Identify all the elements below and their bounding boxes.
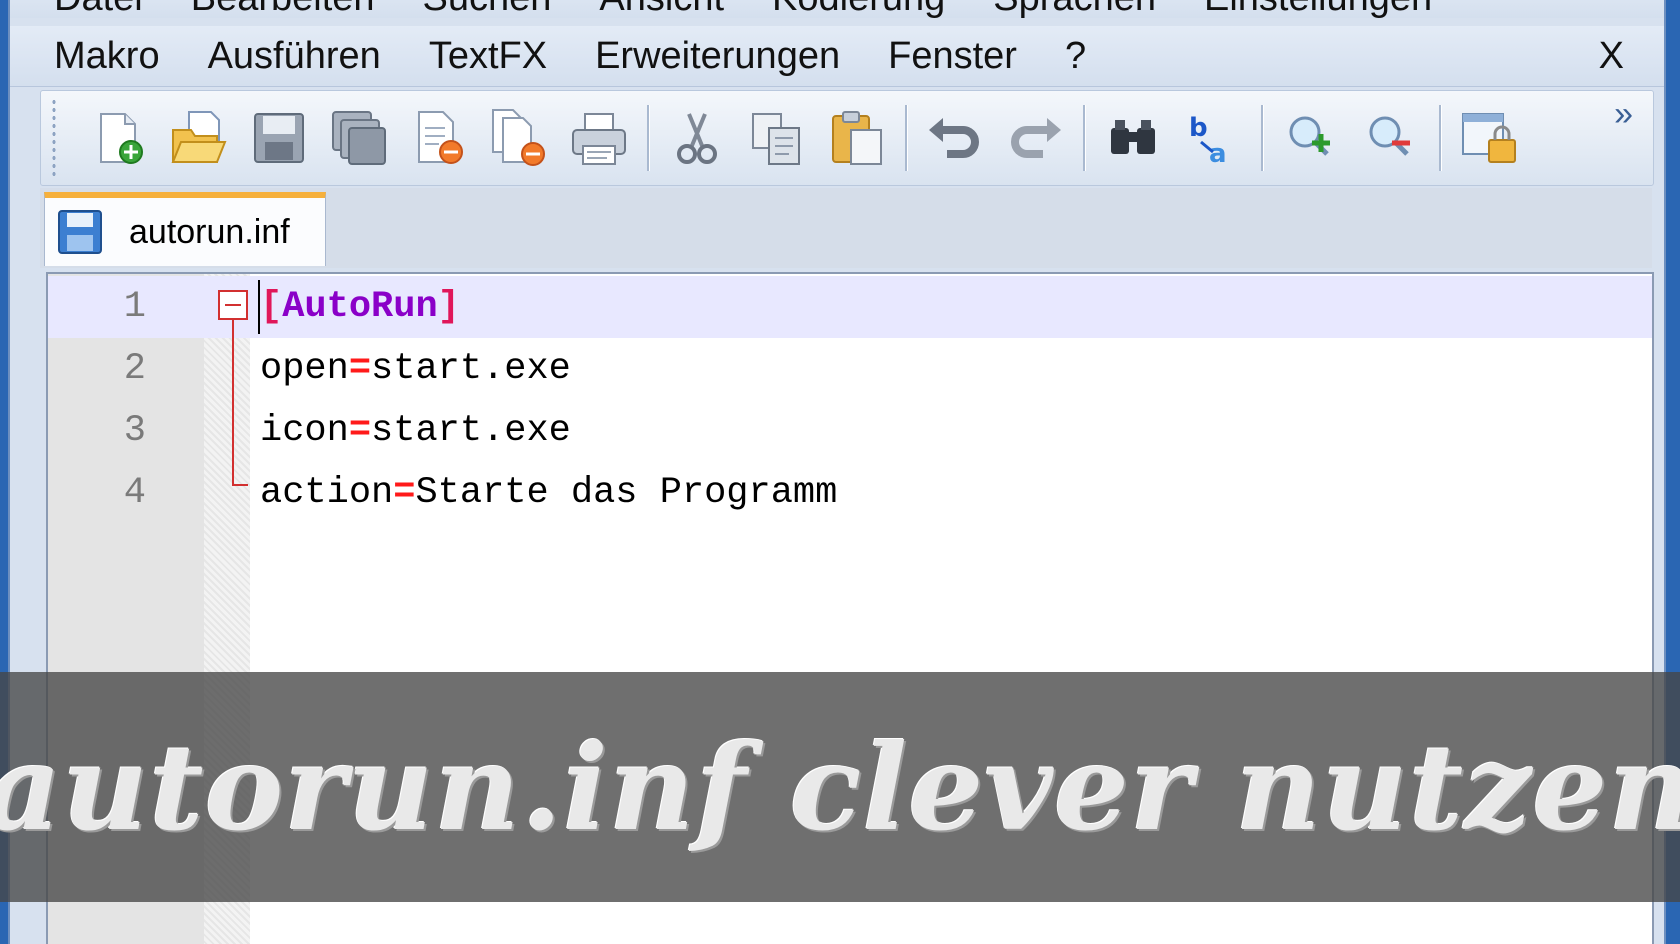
svg-text:b: b <box>1189 113 1208 143</box>
menu-erweiterungen[interactable]: Erweiterungen <box>571 35 864 78</box>
code-operator: = <box>348 348 372 390</box>
undo-icon <box>929 118 979 158</box>
menu-ausfuehren[interactable]: Ausführen <box>184 35 405 78</box>
code-key: open <box>260 348 349 390</box>
menu-kodierung[interactable]: Kodierung <box>748 0 969 20</box>
zoom-in-button[interactable] <box>1275 102 1347 174</box>
save-icon <box>57 209 103 255</box>
menu-datei[interactable]: Datei <box>10 0 167 20</box>
code-key: action <box>260 472 394 514</box>
code-text: open=start.exe <box>260 348 571 390</box>
menu-ansicht[interactable]: Ansicht <box>575 0 748 20</box>
find-button[interactable] <box>1097 102 1169 174</box>
menu-makro[interactable]: Makro <box>10 35 184 78</box>
toolbar-separator <box>1261 105 1263 171</box>
toolbar-separator <box>905 105 907 171</box>
close-file-button[interactable] <box>403 102 475 174</box>
toolbar-separator <box>1439 105 1441 171</box>
code-text: action=Starte das Programm <box>260 472 837 514</box>
line-number: 2 <box>123 348 146 390</box>
title-banner: autorun.inf clever nutzen <box>0 672 1680 902</box>
code-operator: = <box>393 472 416 514</box>
save-all-button[interactable] <box>323 102 395 174</box>
banner-title: autorun.inf clever nutzen <box>0 717 1680 857</box>
close-document-button[interactable]: X <box>1599 35 1624 78</box>
toolbar: b a » <box>40 90 1654 186</box>
zoom-out-button[interactable] <box>1355 102 1427 174</box>
copy-icon <box>752 113 800 165</box>
close-all-icon <box>492 109 545 166</box>
code-line[interactable]: 1 [AutoRun] <box>48 276 1652 338</box>
undo-button[interactable] <box>919 102 991 174</box>
open-file-icon <box>171 111 227 163</box>
code-operator: = <box>348 410 372 452</box>
code-value: start.exe <box>371 410 571 452</box>
toolbar-grip[interactable] <box>51 98 57 178</box>
toolbar-overflow-button[interactable]: » <box>1614 95 1633 134</box>
menu-help[interactable]: ? <box>1041 35 1110 78</box>
replace-icon: b a <box>1189 113 1227 168</box>
cut-button[interactable] <box>661 102 733 174</box>
new-file-icon <box>100 113 143 164</box>
line-number: 1 <box>123 286 146 328</box>
toolbar-separator <box>1083 105 1085 171</box>
line-number: 4 <box>123 472 146 514</box>
sync-view-icon <box>1462 113 1516 163</box>
menu-fenster[interactable]: Fenster <box>864 35 1041 78</box>
zoom-out-icon <box>1369 116 1410 156</box>
sync-view-button[interactable] <box>1453 102 1525 174</box>
menu-bearbeiten[interactable]: Bearbeiten <box>167 0 399 20</box>
toolbar-separator <box>647 105 649 171</box>
copy-button[interactable] <box>741 102 813 174</box>
redo-icon <box>1011 118 1061 158</box>
tab-strip: autorun.inf <box>40 188 1652 268</box>
code-line[interactable]: 2 open=start.exe <box>48 338 1652 400</box>
open-file-button[interactable] <box>163 102 235 174</box>
menu-bar-top: Datei Bearbeiten Suchen Ansicht Kodierun… <box>10 0 1664 20</box>
zoom-in-icon <box>1289 116 1330 156</box>
replace-button[interactable]: b a <box>1177 102 1249 174</box>
section-name: AutoRun <box>282 286 438 328</box>
close-icon <box>418 111 463 164</box>
new-file-button[interactable] <box>83 102 155 174</box>
code-text: icon=start.exe <box>260 410 571 452</box>
print-icon <box>572 113 626 165</box>
tab-label: autorun.inf <box>129 212 290 251</box>
paste-icon <box>832 111 882 165</box>
menu-textfx[interactable]: TextFX <box>405 35 571 78</box>
code-key: icon <box>260 410 349 452</box>
save-button[interactable] <box>243 102 315 174</box>
code-value: start.exe <box>371 348 571 390</box>
save-all-icon <box>332 111 386 165</box>
find-icon <box>1111 120 1155 154</box>
cut-icon <box>677 113 717 164</box>
print-button[interactable] <box>563 102 635 174</box>
menu-sprachen[interactable]: Sprachen <box>969 0 1180 20</box>
menu-bar: Makro Ausführen TextFX Erweiterungen Fen… <box>10 26 1664 87</box>
save-icon <box>254 113 304 163</box>
code-value: Starte das Programm <box>415 472 838 514</box>
code-line[interactable]: 3 icon=start.exe <box>48 400 1652 462</box>
fold-collapse-icon[interactable] <box>218 290 248 320</box>
menu-suchen[interactable]: Suchen <box>399 0 576 20</box>
redo-button[interactable] <box>999 102 1071 174</box>
code-line[interactable]: 4 action=Starte das Programm <box>48 462 1652 524</box>
paste-button[interactable] <box>821 102 893 174</box>
code-text: [AutoRun] <box>260 286 460 328</box>
svg-text:a: a <box>1209 139 1227 168</box>
tab-autorun-inf[interactable]: autorun.inf <box>44 192 326 266</box>
line-number: 3 <box>123 410 146 452</box>
close-all-button[interactable] <box>483 102 555 174</box>
menu-einstellungen[interactable]: Einstellungen <box>1180 0 1456 20</box>
